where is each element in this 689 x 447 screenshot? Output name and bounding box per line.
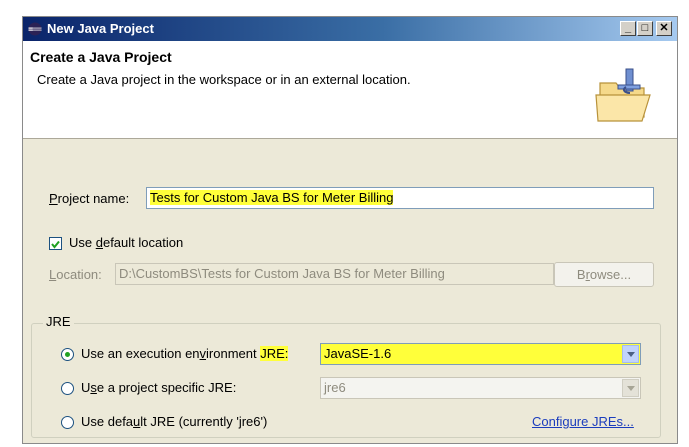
chevron-down-icon[interactable] bbox=[622, 379, 639, 397]
chevron-down-icon[interactable] bbox=[622, 345, 639, 363]
wizard-body: Project name: Tests for Custom Java BS f… bbox=[23, 139, 677, 443]
maximize-button[interactable]: □ bbox=[637, 21, 653, 36]
minimize-button[interactable]: _ bbox=[620, 21, 636, 36]
project-name-input[interactable]: Tests for Custom Java BS for Meter Billi… bbox=[146, 187, 654, 209]
window-title: New Java Project bbox=[47, 21, 154, 36]
execution-environment-radio[interactable] bbox=[61, 348, 74, 361]
default-jre-radio[interactable] bbox=[61, 416, 74, 429]
checkmark-icon bbox=[51, 240, 60, 249]
use-default-location-label: Use default location bbox=[69, 235, 184, 250]
close-button[interactable]: ✕ bbox=[656, 21, 672, 36]
project-specific-jre-radio[interactable] bbox=[61, 382, 74, 395]
java-project-folder-icon bbox=[595, 68, 651, 122]
location-label: Location: bbox=[49, 267, 102, 282]
execution-environment-select[interactable]: JavaSE-1.6 bbox=[320, 343, 641, 365]
wizard-title: Create a Java Project bbox=[30, 49, 172, 65]
jre-group-label: JRE bbox=[43, 314, 74, 329]
configure-jres-link[interactable]: Configure JREs... bbox=[532, 414, 634, 429]
browse-button[interactable]: Browse... bbox=[554, 262, 654, 287]
project-name-label: Project name: bbox=[49, 191, 130, 206]
location-input[interactable]: D:\CustomBS\Tests for Custom Java BS for… bbox=[115, 263, 554, 285]
eclipse-icon bbox=[28, 22, 42, 36]
project-specific-jre-select[interactable]: jre6 bbox=[320, 377, 641, 399]
new-java-project-dialog: New Java Project _ □ ✕ Create a Java Pro… bbox=[22, 16, 678, 444]
project-specific-jre-label: Use a project specific JRE: bbox=[81, 380, 237, 395]
use-default-location-checkbox[interactable] bbox=[49, 237, 62, 250]
title-bar[interactable]: New Java Project _ □ ✕ bbox=[23, 17, 677, 41]
wizard-header: Create a Java Project Create a Java proj… bbox=[23, 41, 677, 139]
default-jre-label: Use default JRE (currently 'jre6') bbox=[81, 414, 268, 429]
execution-environment-label: Use an execution environment JRE: bbox=[81, 346, 289, 361]
wizard-description: Create a Java project in the workspace o… bbox=[37, 72, 411, 87]
